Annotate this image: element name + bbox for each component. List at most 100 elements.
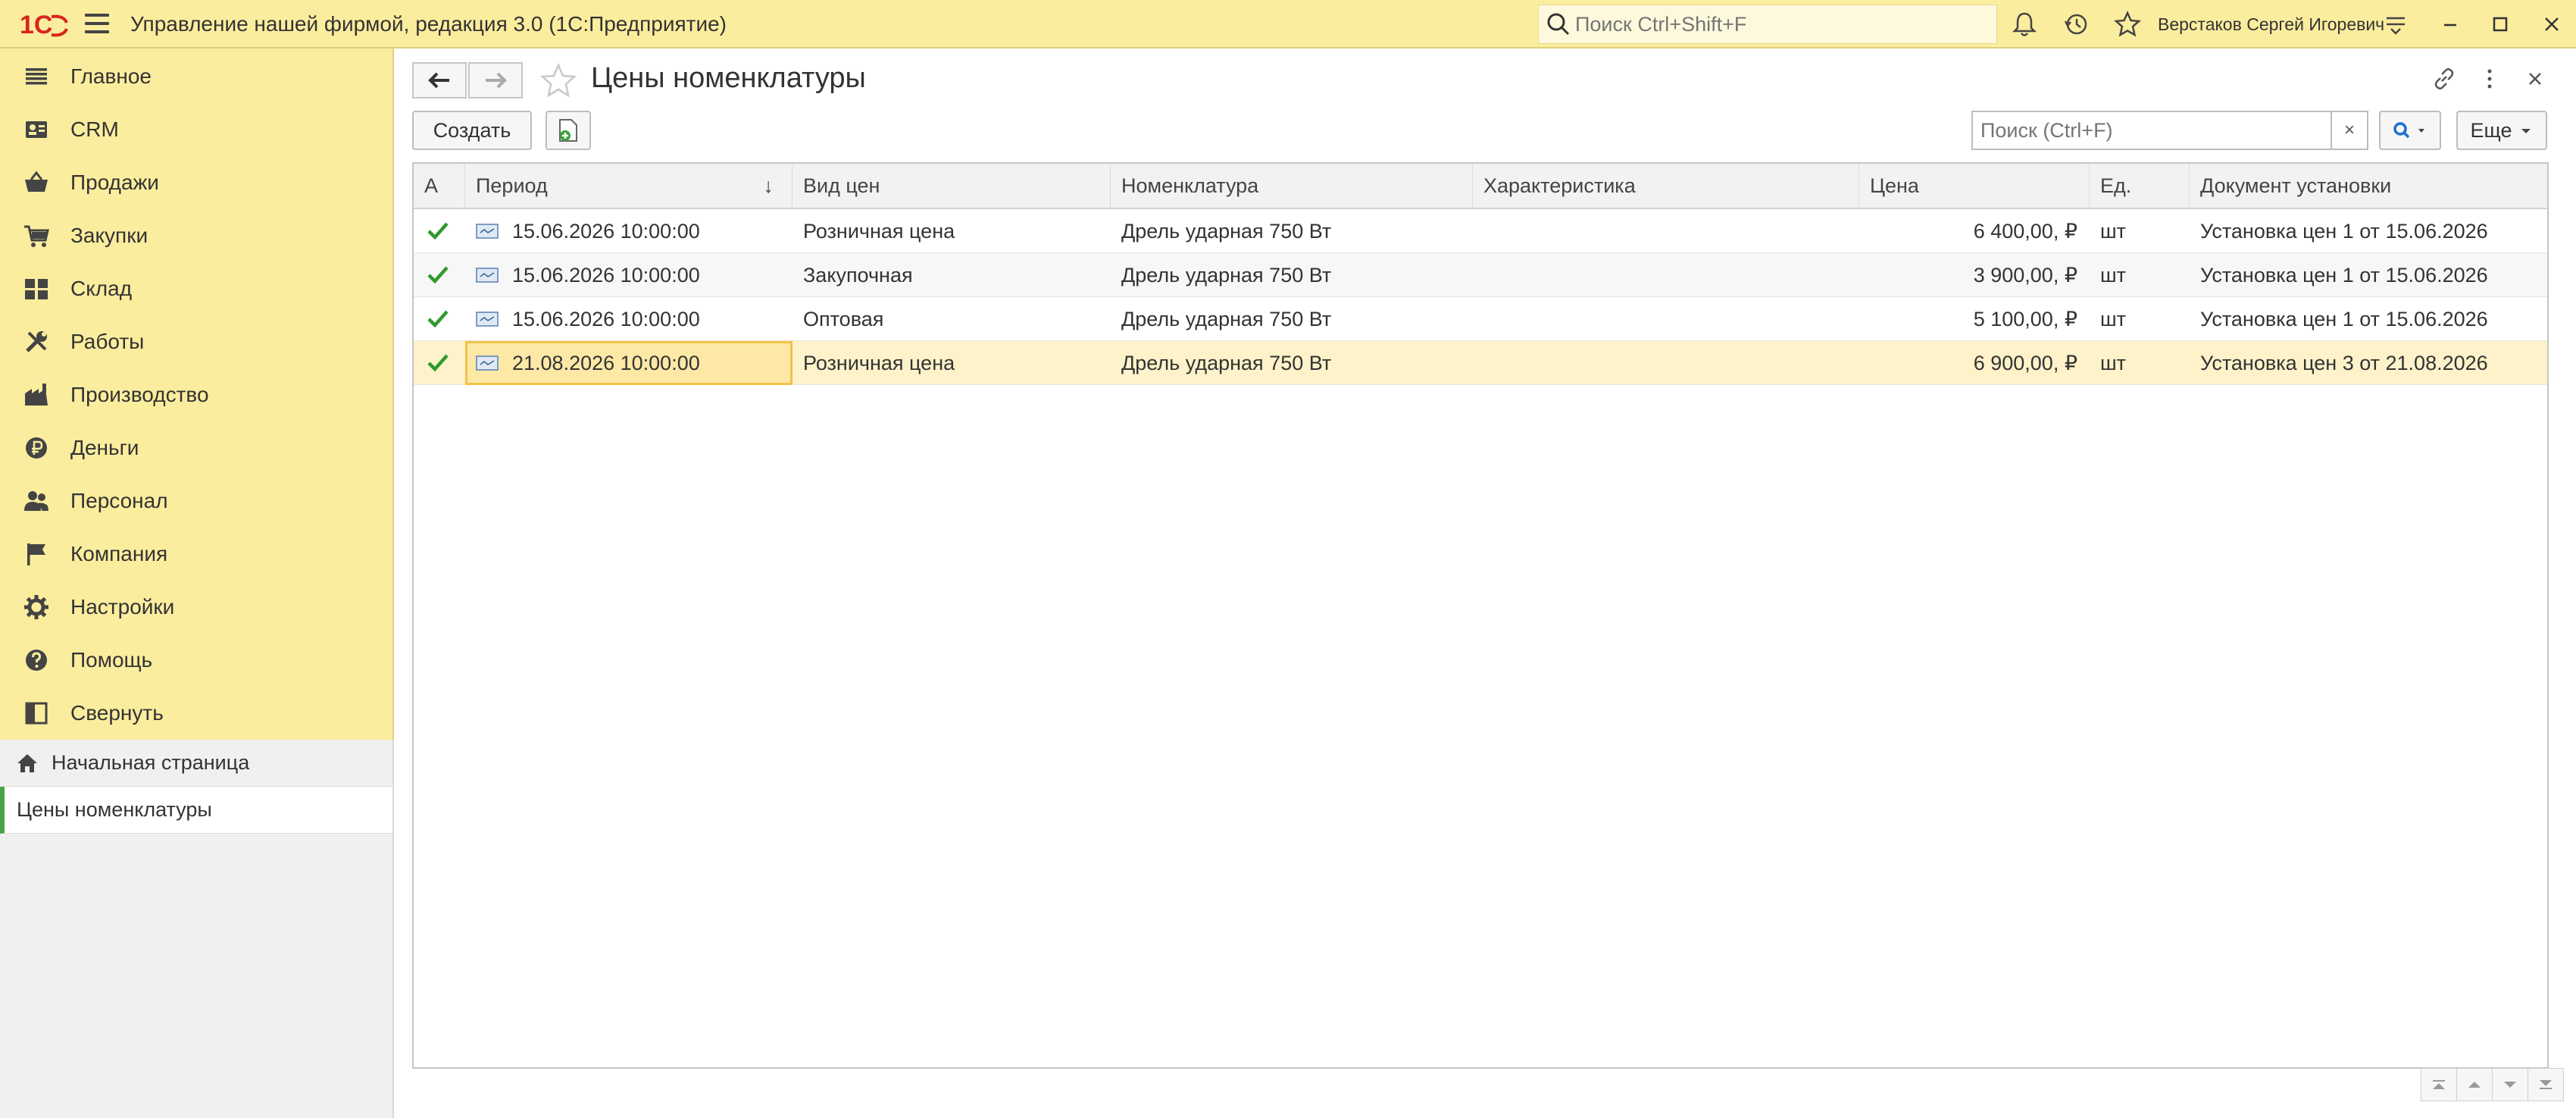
chevron-down-icon: [2521, 129, 2531, 133]
global-search[interactable]: [1538, 5, 1997, 44]
list-search[interactable]: ×: [1971, 111, 2368, 150]
sidebar-item-purchases[interactable]: Закупки: [0, 209, 392, 262]
table-row[interactable]: 15.06.2026 10:00:00 Розничная цена Дрель…: [414, 209, 2547, 253]
sidebar-item-collapse[interactable]: Свернуть: [0, 687, 392, 740]
column-header-active[interactable]: А: [414, 164, 465, 208]
document-cell: Установка цен 1 от 15.06.2026: [2200, 219, 2488, 243]
register-record-icon: [476, 268, 499, 283]
history-icon[interactable]: [2061, 9, 2091, 39]
open-windows-panel: Начальная страница Цены номенклатуры: [0, 740, 394, 1118]
checkmark-icon: [427, 222, 449, 240]
top-bar: 1С Управление нашей фирмой, редакция 3.0…: [0, 0, 2576, 49]
sidebar-item-production[interactable]: Производство: [0, 368, 392, 421]
document-cell: Установка цен 3 от 21.08.2026: [2200, 351, 2488, 374]
add-to-favorites-icon[interactable]: [538, 61, 579, 102]
close-app-icon[interactable]: [2537, 9, 2567, 39]
close-form-icon[interactable]: [2520, 62, 2550, 96]
scroll-top-button[interactable]: [2421, 1068, 2457, 1101]
minimize-icon[interactable]: [2435, 9, 2465, 39]
page-title: Цены номенклатуры: [591, 62, 866, 94]
register-record-icon: [476, 312, 499, 327]
sidebar-item-works[interactable]: Работы: [0, 315, 392, 368]
open-window-home[interactable]: Начальная страница: [0, 740, 392, 787]
table-row[interactable]: 15.06.2026 10:00:00 Оптовая Дрель ударна…: [414, 297, 2547, 341]
list-scroll-buttons: [2421, 1068, 2564, 1101]
more-vertical-icon[interactable]: [2474, 62, 2505, 96]
sidebar-item-main[interactable]: Главное: [0, 50, 392, 103]
period-value: 15.06.2026 10:00:00: [512, 219, 700, 243]
open-window-prices[interactable]: Цены номенклатуры: [0, 787, 392, 834]
sidebar-item-company[interactable]: Компания: [0, 528, 392, 581]
scroll-down-button[interactable]: [2492, 1068, 2528, 1101]
column-header-document[interactable]: Документ установки: [2190, 164, 2547, 208]
sidebar-item-help[interactable]: Помощь: [0, 634, 392, 687]
column-header-item[interactable]: Номенклатура: [1111, 164, 1473, 208]
sidebar-item-personnel[interactable]: Персонал: [0, 474, 392, 528]
unit-cell: шт: [2100, 263, 2127, 287]
sections-panel: Главное CRM Продажи Закупки Склад Работы…: [0, 49, 394, 740]
column-header-price[interactable]: Цена: [1859, 164, 2090, 208]
warehouse-icon: [25, 279, 48, 299]
active-cell: [414, 253, 465, 297]
item-cell: Дрель ударная 750 Вт: [1121, 307, 1332, 330]
open-window-label: Начальная страница: [52, 751, 250, 774]
people-icon: [24, 491, 48, 511]
search-options-button[interactable]: [2379, 111, 2441, 150]
sidebar-item-label: Настройки: [70, 595, 175, 619]
register-record-icon: [476, 355, 499, 371]
sidebar-item-warehouse[interactable]: Склад: [0, 262, 392, 315]
column-header-characteristic[interactable]: Характеристика: [1473, 164, 1859, 208]
sidebar-item-label: Продажи: [70, 171, 159, 194]
price-cell: 5 100,00, ₽: [1973, 307, 2077, 330]
unit-cell: шт: [2100, 351, 2127, 374]
column-header-unit[interactable]: Ед.: [2090, 164, 2190, 208]
sidebar-item-label: Помощь: [70, 648, 153, 672]
contacts-icon: [26, 121, 47, 138]
maximize-icon[interactable]: [2485, 9, 2515, 39]
price-type-cell: Розничная цена: [803, 351, 955, 374]
prices-table: А Период ↓ Вид цен Номенклатура Характер…: [412, 162, 2549, 1069]
item-cell: Дрель ударная 750 Вт: [1121, 263, 1332, 287]
sidebar-item-money[interactable]: Деньги: [0, 421, 392, 474]
column-header-price-type[interactable]: Вид цен: [792, 164, 1111, 208]
back-button[interactable]: [412, 62, 467, 99]
scroll-top-icon: [2433, 1080, 2445, 1089]
user-name[interactable]: Верстаков Сергей Игоревич: [2158, 14, 2384, 35]
create-copy-button[interactable]: [546, 111, 591, 150]
arrow-right-icon: [486, 72, 507, 89]
list-search-input[interactable]: [1973, 117, 2329, 143]
home-icon: [17, 753, 37, 772]
app-title: Управление нашей фирмой, редакция 3.0 (1…: [130, 12, 727, 36]
table-row[interactable]: 15.06.2026 10:00:00 Закупочная Дрель уда…: [414, 253, 2547, 297]
scroll-up-button[interactable]: [2456, 1068, 2493, 1101]
clear-search-button[interactable]: ×: [2331, 112, 2367, 149]
more-actions-button[interactable]: Еще: [2456, 111, 2547, 150]
1c-logo[interactable]: 1С: [18, 8, 68, 41]
sidebar-item-settings[interactable]: Настройки: [0, 581, 392, 634]
sidebar-item-label: Закупки: [70, 224, 148, 247]
sidebar-item-label: Главное: [70, 64, 152, 88]
cart-icon: [24, 225, 49, 247]
link-icon[interactable]: [2429, 62, 2459, 96]
sidebar-item-crm[interactable]: CRM: [0, 103, 392, 156]
period-cell-focused[interactable]: 21.08.2026 10:00:00: [465, 341, 792, 385]
table-row-selected[interactable]: 21.08.2026 10:00:00 Розничная цена Дрель…: [414, 341, 2547, 385]
scroll-bottom-button[interactable]: [2528, 1068, 2564, 1101]
global-search-input[interactable]: [1574, 11, 1968, 37]
main-menu-icon[interactable]: [85, 14, 109, 35]
create-button[interactable]: Создать: [412, 111, 532, 150]
help-icon: [26, 650, 47, 671]
period-cell: 15.06.2026 10:00:00: [465, 253, 792, 297]
period-cell: 15.06.2026 10:00:00: [465, 209, 792, 253]
sidebar-item-sales[interactable]: Продажи: [0, 156, 392, 209]
gear-icon: [24, 595, 48, 619]
settings-lines-icon[interactable]: [2381, 9, 2411, 39]
favorites-star-icon[interactable]: [2112, 9, 2143, 39]
document-cell: Установка цен 1 от 15.06.2026: [2200, 263, 2488, 287]
bell-icon[interactable]: [2009, 9, 2040, 39]
active-cell: [414, 209, 465, 253]
column-header-period[interactable]: Период ↓: [465, 164, 792, 208]
period-value: 15.06.2026 10:00:00: [512, 263, 700, 287]
forward-button[interactable]: [468, 62, 523, 99]
price-type-cell: Закупочная: [803, 263, 913, 287]
